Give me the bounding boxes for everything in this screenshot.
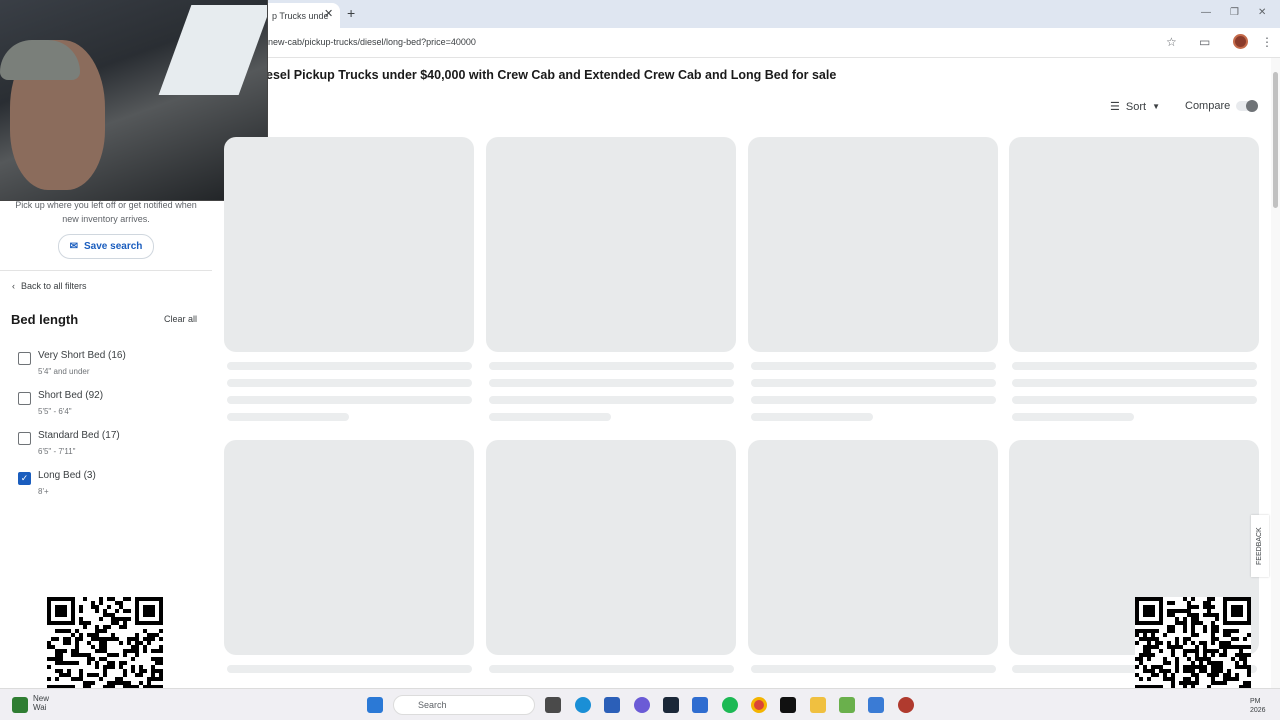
windows-taskbar: NewWai ⌕ Search PM2026 <box>0 688 1280 720</box>
save-search-label: Save search <box>84 241 143 252</box>
spotify-icon[interactable] <box>722 697 738 713</box>
option-subtitle: 8'+ <box>38 487 49 496</box>
skeleton-card <box>224 440 474 655</box>
profile-avatar[interactable] <box>1233 34 1248 49</box>
scrollbar-thumb[interactable] <box>1273 72 1278 208</box>
store-icon[interactable] <box>692 697 708 713</box>
skeleton-card <box>748 137 998 352</box>
skeleton-line <box>1012 413 1134 421</box>
skeleton-card <box>224 137 474 352</box>
sort-lines-icon: ☰ <box>1110 101 1120 113</box>
app-icon[interactable] <box>604 697 620 713</box>
tab-title: p Trucks unde <box>272 10 329 21</box>
save-search-text: Pick up where you left off or get notifi… <box>15 200 197 210</box>
file-explorer-icon[interactable] <box>810 697 826 713</box>
tiktok-icon[interactable] <box>780 697 796 713</box>
skeleton-card <box>1009 137 1259 352</box>
chevron-down-icon: ▼ <box>1152 102 1160 111</box>
checkbox[interactable] <box>18 392 31 405</box>
minimize-icon[interactable]: — <box>1201 7 1211 18</box>
skeleton-line <box>489 665 734 673</box>
skeleton-line <box>751 413 873 421</box>
skeleton-line <box>489 413 611 421</box>
save-search-button[interactable]: ✉ Save search <box>58 234 154 259</box>
sidebar-divider <box>0 270 212 271</box>
save-search-text-2: new inventory arrives. <box>62 214 150 224</box>
skeleton-line <box>751 362 996 370</box>
compare-label: Compare <box>1185 100 1231 112</box>
skeleton-line <box>227 362 472 370</box>
restore-icon[interactable]: ❐ <box>1230 7 1239 18</box>
skeleton-card <box>748 440 998 655</box>
checkbox[interactable] <box>18 352 31 365</box>
skeleton-line <box>1012 396 1257 404</box>
task-view-icon[interactable] <box>545 697 561 713</box>
clear-all-link[interactable]: Clear all <box>164 314 197 324</box>
skeleton-line <box>751 665 996 673</box>
reading-list-icon[interactable]: ▭ <box>1199 35 1210 49</box>
compare-toggle[interactable] <box>1236 100 1258 112</box>
chrome-icon[interactable] <box>751 697 767 713</box>
skeleton-card <box>486 440 736 655</box>
feedback-tab[interactable]: FEEDBACK <box>1251 515 1269 577</box>
news-widget[interactable]: New Wai <box>33 694 49 712</box>
sort-label: Sort <box>1125 100 1147 113</box>
page-title: esel Pickup Trucks under $40,000 with Cr… <box>266 68 837 82</box>
skeleton-line <box>227 379 472 387</box>
news-line-1: New <box>33 694 50 703</box>
clock-time: PM <box>1250 698 1261 705</box>
chevron-left-icon: ‹ <box>12 281 15 291</box>
option-label: Standard Bed (17) <box>38 430 120 441</box>
skeleton-line <box>751 396 996 404</box>
discord-icon[interactable] <box>634 697 650 713</box>
taskbar-search[interactable]: Search <box>393 695 535 715</box>
weather-widget-icon[interactable] <box>12 697 28 713</box>
skeleton-line <box>1012 362 1257 370</box>
skeleton-line <box>751 379 996 387</box>
skeleton-line <box>1012 379 1257 387</box>
steam-icon[interactable] <box>663 697 679 713</box>
sort-button[interactable]: ☰ Sort ▼ <box>1110 100 1160 114</box>
new-tab-icon[interactable]: + <box>347 5 355 21</box>
skeleton-line <box>227 413 349 421</box>
back-to-filters-link[interactable]: ‹ Back to all filters <box>12 281 87 291</box>
option-label: Very Short Bed (16) <box>38 350 126 361</box>
checkbox-checked[interactable]: ✓ <box>18 472 31 485</box>
option-subtitle: 6'5" - 7'11" <box>38 447 76 456</box>
option-subtitle: 5'5" - 6'4" <box>38 407 72 416</box>
skeleton-line <box>227 396 472 404</box>
skeleton-card <box>486 137 736 352</box>
skeleton-line <box>227 665 472 673</box>
app-icon-4[interactable] <box>898 697 914 713</box>
clock: PM 2026 <box>1250 697 1266 715</box>
tab-close-icon[interactable]: ✕ <box>324 7 333 20</box>
skeleton-line <box>489 362 734 370</box>
menu-dots-icon[interactable]: ⋮ <box>1261 35 1273 49</box>
mail-icon: ✉ <box>69 241 78 252</box>
app-icon-3[interactable] <box>868 697 884 713</box>
skeleton-line <box>489 379 734 387</box>
filter-title: Bed length <box>11 312 79 327</box>
app-icon-2[interactable] <box>839 697 855 713</box>
webcam-window-glare <box>158 5 267 95</box>
option-label: Long Bed (3) <box>38 470 96 481</box>
close-window-icon[interactable]: ✕ <box>1258 7 1266 18</box>
windows-start-icon[interactable] <box>367 697 383 713</box>
back-link-label: Back to all filters <box>21 281 87 291</box>
edge-icon[interactable] <box>575 697 591 713</box>
option-label: Short Bed (92) <box>38 390 104 401</box>
news-line-2: Wai <box>33 703 47 712</box>
bookmark-star-icon[interactable]: ☆ <box>1166 35 1177 49</box>
toggle-knob <box>1246 100 1258 112</box>
skeleton-line <box>489 396 734 404</box>
option-subtitle: 5'4" and under <box>38 367 90 376</box>
checkbox[interactable] <box>18 432 31 445</box>
url-field[interactable]: new-cab/pickup-trucks/diesel/long-bed?pr… <box>268 37 476 47</box>
clock-date: 2026 <box>1250 707 1266 714</box>
